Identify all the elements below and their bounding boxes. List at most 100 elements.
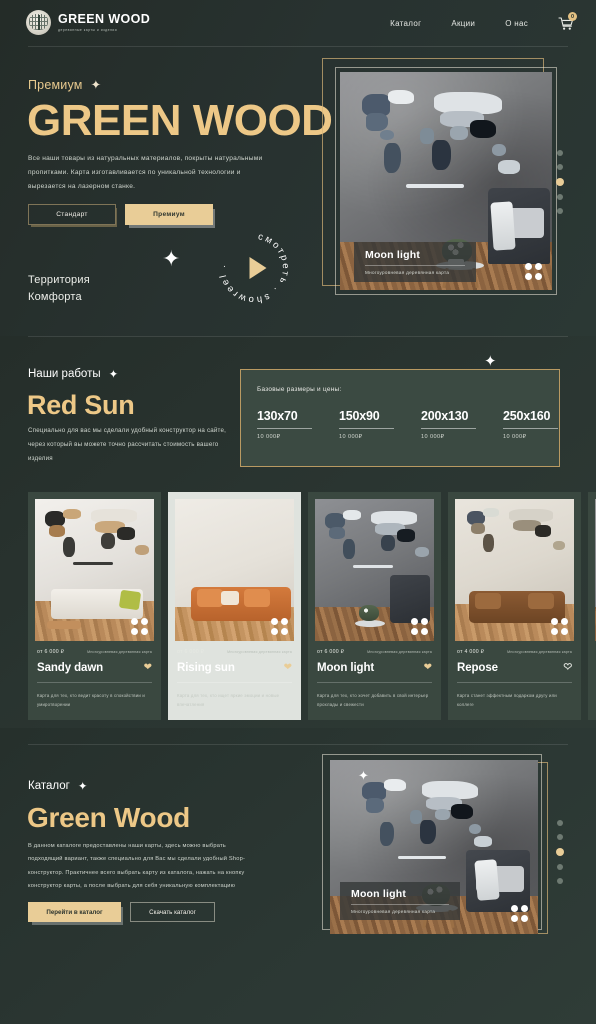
product-name: Repose	[457, 662, 498, 674]
dot	[131, 628, 138, 635]
price-item[interactable]: 150x90 10 000₽	[339, 409, 394, 440]
product-price: от 6 000 ₽	[177, 649, 205, 655]
product-name: Rising sun	[177, 662, 235, 674]
slider-dot[interactable]	[557, 864, 563, 870]
favorite-heart-icon[interactable]: ❤	[563, 662, 572, 673]
product-description: Карта для тех, кто хочет добавить в свой…	[317, 693, 429, 708]
photo-dot-grid[interactable]	[131, 618, 148, 635]
price-item[interactable]: 250x160 10 000₽	[503, 409, 558, 440]
dot	[411, 628, 418, 635]
go-to-catalog-button[interactable]: Перейти в каталог	[28, 902, 121, 922]
slider-dot[interactable]	[557, 208, 563, 214]
slider-dot[interactable]	[557, 164, 563, 170]
product-rule	[177, 682, 292, 683]
price-value: 10 000₽	[257, 434, 281, 440]
product-meta: от 6 000 ₽ Многоуровневая деревянная кар…	[37, 649, 152, 655]
product-card-sea[interactable]: от 6 000 ₽ Многоуровневая деревянная кар…	[588, 492, 596, 720]
download-catalog-button[interactable]: Скачать каталог	[130, 902, 215, 922]
cart-button[interactable]: 0	[558, 12, 577, 31]
price-value: 10 000₽	[503, 434, 527, 440]
product-body: от 4 000 ₽ Многоуровневая деревянная кар…	[448, 641, 581, 720]
product-body: от 6 000 ₽ Многоуровневая деревянная кар…	[168, 641, 301, 720]
dot	[281, 618, 288, 625]
product-body: от 6 000 ₽ Многоуровневая деревянная кар…	[308, 641, 441, 720]
product-description: Карта для тех, кто ведит красоту в споко…	[37, 693, 145, 708]
world-map-art	[354, 88, 540, 204]
hero-image-card[interactable]: Moon light Многоуровневая деревянная кар…	[322, 58, 568, 298]
price-size: 250x160	[503, 409, 551, 423]
sofa-cushion	[244, 589, 270, 607]
product-description: Карта для тех, кто ищет яркие эмоции и н…	[177, 693, 280, 708]
caption-rule	[351, 904, 449, 905]
pillow	[118, 589, 142, 611]
price-item[interactable]: 130x70 10 000₽	[257, 409, 312, 440]
price-value: 10 000₽	[339, 434, 363, 440]
price-rule	[503, 428, 558, 429]
slider-dot[interactable]	[557, 194, 563, 200]
product-card-rising-sun[interactable]: от 6 000 ₽ Многоуровневая деревянная кар…	[168, 492, 301, 720]
catalog-description: В данном каталоге предоставлены наши кар…	[28, 843, 246, 890]
hero-card-dot-grid[interactable]	[525, 263, 542, 280]
product-tag: Многоуровневая деревянная карта	[507, 650, 572, 654]
favorite-heart-icon[interactable]: ❤	[284, 663, 292, 673]
slider-dot[interactable]	[557, 150, 563, 156]
product-card-sandy-dawn[interactable]: от 6 000 ₽ Многоуровневая деревянная кар…	[28, 492, 161, 720]
price-panel: Базовые размеры и цены: 130x70 10 000₽ 1…	[240, 369, 560, 467]
dot	[271, 628, 278, 635]
product-price: от 4 000 ₽	[457, 649, 485, 655]
hero-card-title: Moon light	[365, 249, 421, 261]
favorite-heart-icon[interactable]: ❤	[424, 663, 432, 673]
slider-dot[interactable]	[557, 878, 563, 884]
decorative-sparkle-icon: ✦	[358, 768, 369, 783]
dot	[511, 905, 518, 912]
dot	[521, 905, 528, 912]
standard-button[interactable]: Стандарт	[28, 204, 116, 225]
product-description: Карта станет эффектным подарком другу ил…	[457, 693, 557, 708]
works-description: Специально для вас мы сделали удобный ко…	[28, 427, 227, 462]
premium-button[interactable]: Премиум	[125, 204, 213, 225]
price-value: 10 000₽	[421, 434, 445, 440]
price-size: 200x130	[421, 409, 469, 423]
price-rule	[257, 428, 312, 429]
photo-dot-grid[interactable]	[271, 618, 288, 635]
sofa-cushion	[475, 593, 501, 609]
slider-dot-active[interactable]	[556, 848, 564, 856]
product-card-repose[interactable]: от 4 000 ₽ Многоуровневая деревянная кар…	[448, 492, 581, 720]
sparkle-icon: ✦	[77, 781, 88, 793]
logo-title: GREEN WOOD	[58, 11, 151, 26]
product-body: от 6 000 ₽ Многоуровневая деревянная кар…	[28, 641, 161, 720]
product-card-moon-light[interactable]: от 6 000 ₽ Многоуровневая деревянная кар…	[308, 492, 441, 720]
nav-item-about[interactable]: О нас	[505, 19, 528, 28]
dot	[421, 618, 428, 625]
product-meta: от 6 000 ₽ Многоуровневая деревянная кар…	[317, 649, 432, 655]
photo-dot-grid[interactable]	[551, 618, 568, 635]
showreel-button[interactable]: смотреть . showreel .	[214, 228, 294, 308]
price-row: 130x70 10 000₽ 150x90 10 000₽ 200x130 10…	[257, 409, 558, 440]
photo-dot-grid[interactable]	[411, 618, 428, 635]
logo[interactable]: GREEN WOOD деревянные карты и изделия	[26, 10, 150, 35]
price-item[interactable]: 200x130 10 000₽	[421, 409, 476, 440]
catalog-eyebrow: Каталог ✦	[28, 779, 87, 793]
chair-throw	[490, 201, 516, 251]
slider-dot-active[interactable]	[556, 178, 564, 186]
slider-dot[interactable]	[557, 820, 563, 826]
catalog-slider-dots[interactable]	[556, 820, 564, 884]
product-photo	[175, 499, 294, 641]
catalog-image-card[interactable]: ✦ Moon light Многоуровневая деревянная к…	[322, 754, 568, 940]
nav-item-catalog[interactable]: Каталог	[390, 19, 421, 28]
catalog-card-dot-grid[interactable]	[511, 905, 528, 922]
dot	[525, 263, 532, 270]
dot	[551, 618, 558, 625]
works-eyebrow: Наши работы ✦	[28, 367, 118, 381]
nav-item-promotions[interactable]: Акции	[451, 19, 475, 28]
hero-slider-dots[interactable]	[556, 150, 564, 214]
throw-pillow	[221, 591, 239, 605]
catalog-card-subtitle: Многоуровневая деревянная карта	[351, 909, 436, 914]
price-size: 150x90	[339, 409, 380, 423]
dot	[421, 628, 428, 635]
dot	[535, 273, 542, 280]
slider-dot[interactable]	[557, 834, 563, 840]
favorite-heart-icon[interactable]: ❤	[144, 663, 152, 673]
dot	[521, 915, 528, 922]
dot	[561, 628, 568, 635]
